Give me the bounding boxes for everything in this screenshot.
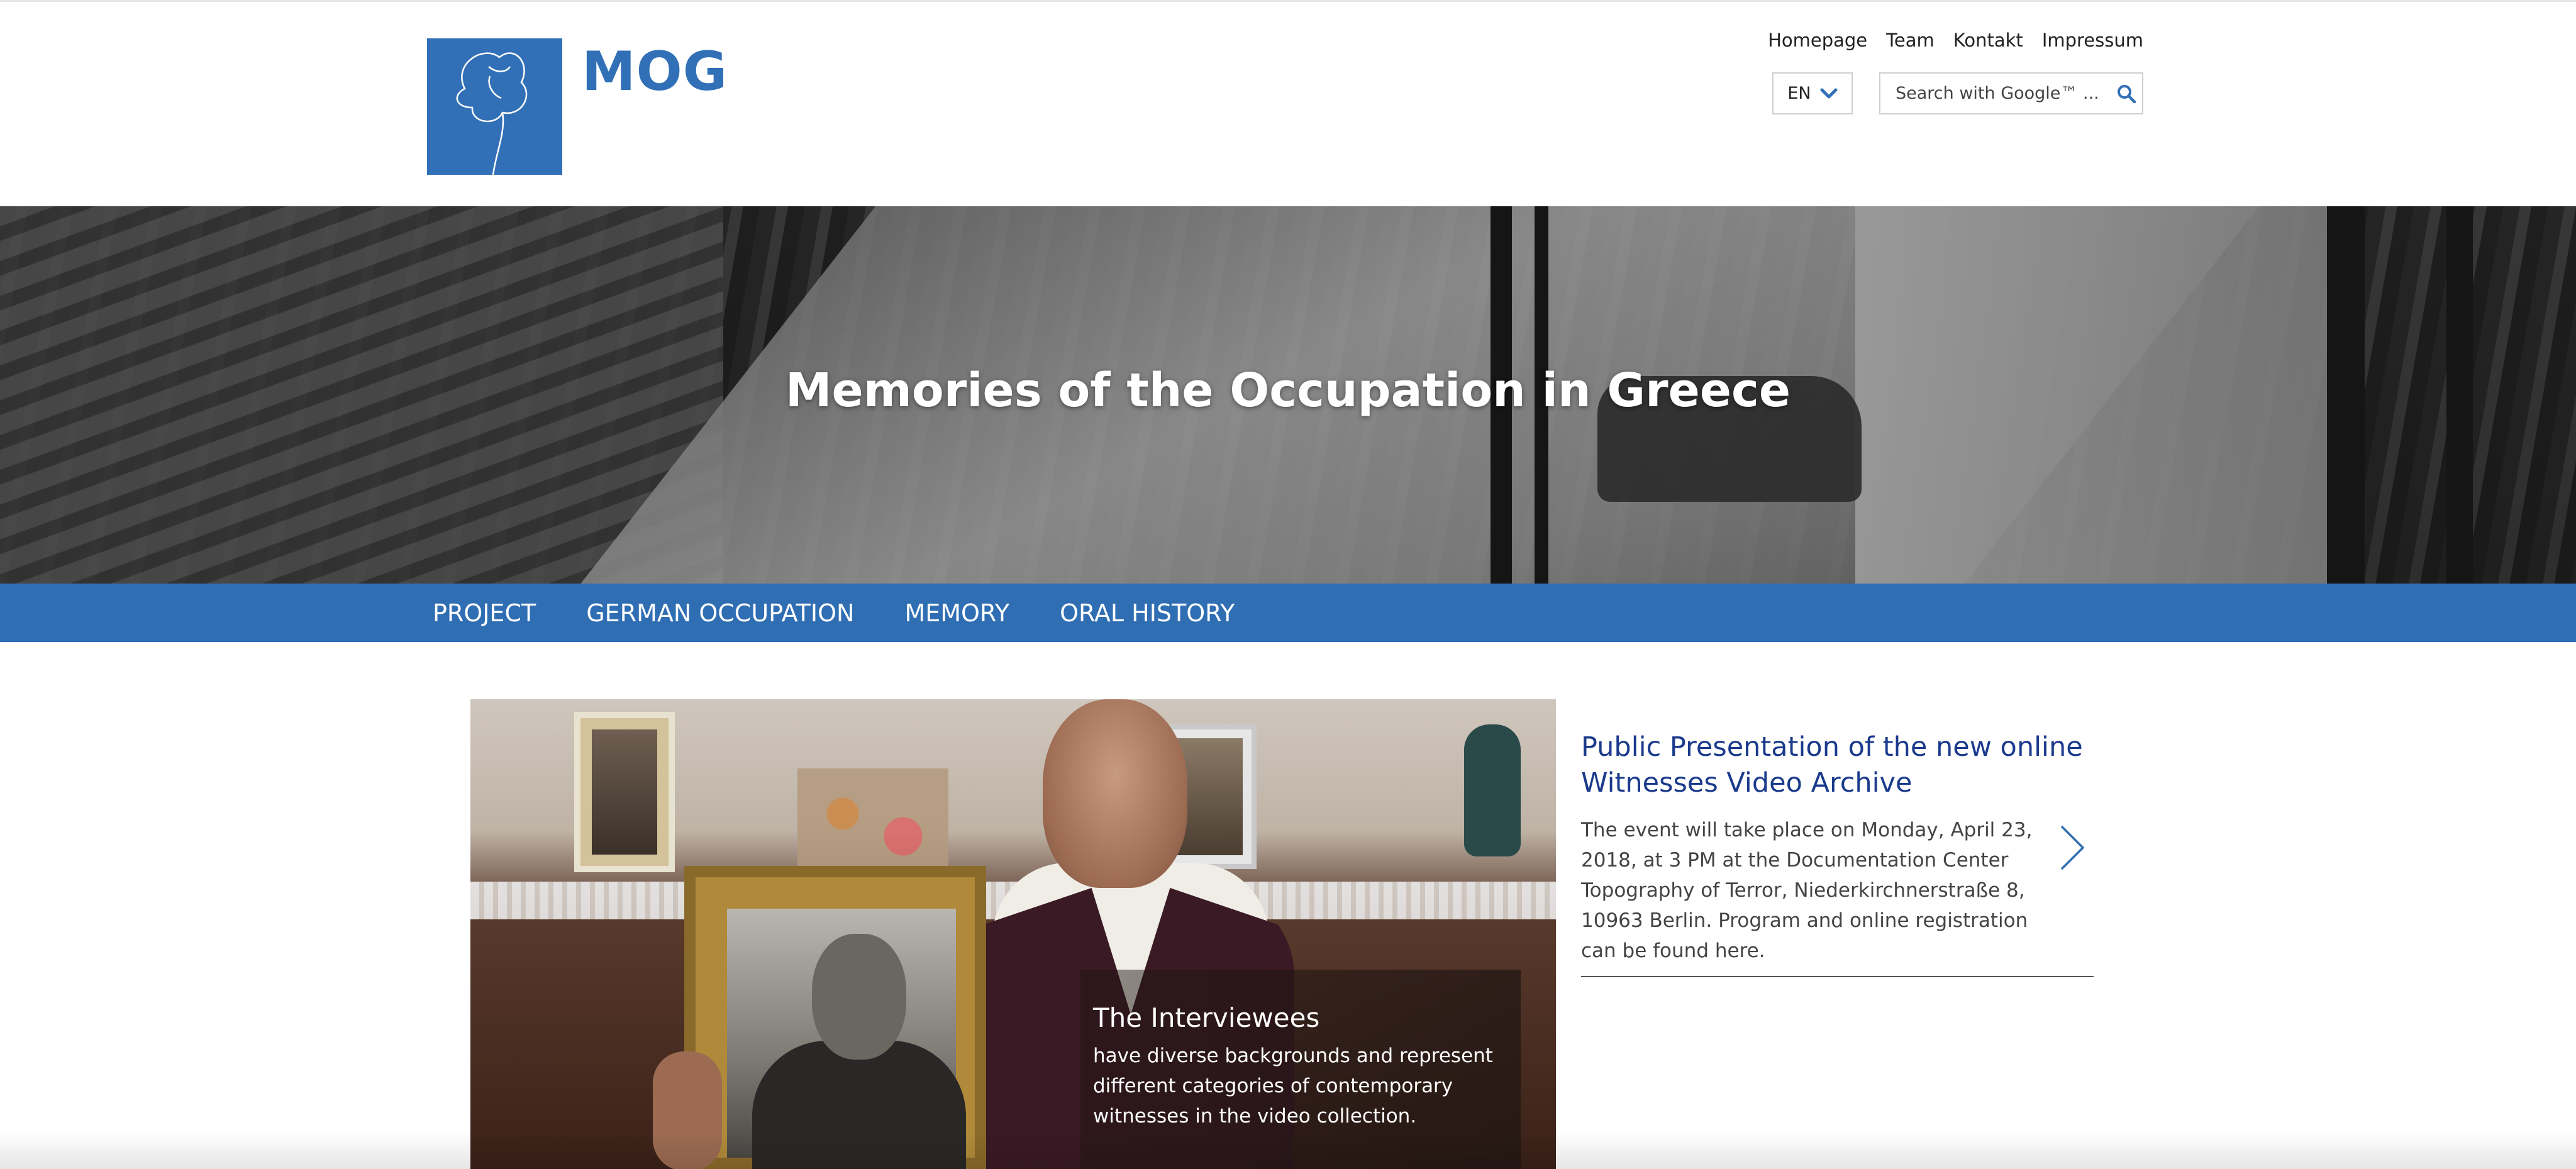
teaser-image[interactable]: The Interviewees have diverse background… <box>470 699 1556 1169</box>
mainnav-item-memory[interactable]: MEMORY <box>904 599 1009 627</box>
chevron-right-icon <box>2060 825 2084 870</box>
site-brand[interactable]: MOG <box>582 45 728 99</box>
mainnav-item-oral-history[interactable]: ORAL HISTORY <box>1060 599 1235 627</box>
poppy-flower-icon <box>456 52 528 175</box>
search-input[interactable] <box>1880 74 2111 113</box>
next-slide-button[interactable] <box>2057 823 2088 873</box>
topnav-team[interactable]: Team <box>1886 30 1935 51</box>
teaser-photo-frame <box>574 712 675 872</box>
main-navigation: PROJECT GERMAN OCCUPATION MEMORY ORAL HI… <box>0 584 2576 642</box>
site-logo[interactable] <box>427 38 562 175</box>
search-icon <box>2118 84 2136 103</box>
teaser-photo-held-portrait <box>684 866 986 1169</box>
topnav-impressum[interactable]: Impressum <box>2042 30 2143 51</box>
language-selected-value: EN <box>1787 84 1811 103</box>
news-text: The event will take place on Monday, Apr… <box>1581 819 2033 962</box>
search-button[interactable] <box>2111 74 2142 113</box>
topnav-homepage[interactable]: Homepage <box>1768 30 1867 51</box>
teaser-photo-hand <box>653 1051 722 1169</box>
teaser-photo-ornaments <box>797 768 948 882</box>
news-title-link[interactable]: Public Presentation of the new online Wi… <box>1581 729 2094 801</box>
hero-banner: Memories of the Occupation in Greece <box>0 206 2576 584</box>
teaser-photo-vase <box>1464 724 1521 856</box>
teaser-caption: The Interviewees have diverse background… <box>1080 970 1521 1169</box>
hero-title: Memories of the Occupation in Greece <box>785 363 1791 418</box>
search-box <box>1879 72 2143 114</box>
site-header: MOG Homepage Team Kontakt Impressum EN <box>0 0 2576 206</box>
news-divider <box>1581 976 2094 977</box>
mainnav-item-german-occupation[interactable]: GERMAN OCCUPATION <box>586 599 854 627</box>
chevron-down-icon <box>1820 88 1838 98</box>
teaser-caption-title: The Interviewees <box>1093 1002 1320 1033</box>
language-select[interactable]: EN <box>1772 72 1853 114</box>
news-teaser: Public Presentation of the new online Wi… <box>1581 729 2094 966</box>
topnav-kontakt[interactable]: Kontakt <box>1953 30 2023 51</box>
teaser-caption-text: have diverse backgrounds and represent d… <box>1093 1044 1493 1127</box>
mainnav-item-project[interactable]: PROJECT <box>433 599 536 627</box>
top-navigation: Homepage Team Kontakt Impressum <box>1768 30 2143 51</box>
